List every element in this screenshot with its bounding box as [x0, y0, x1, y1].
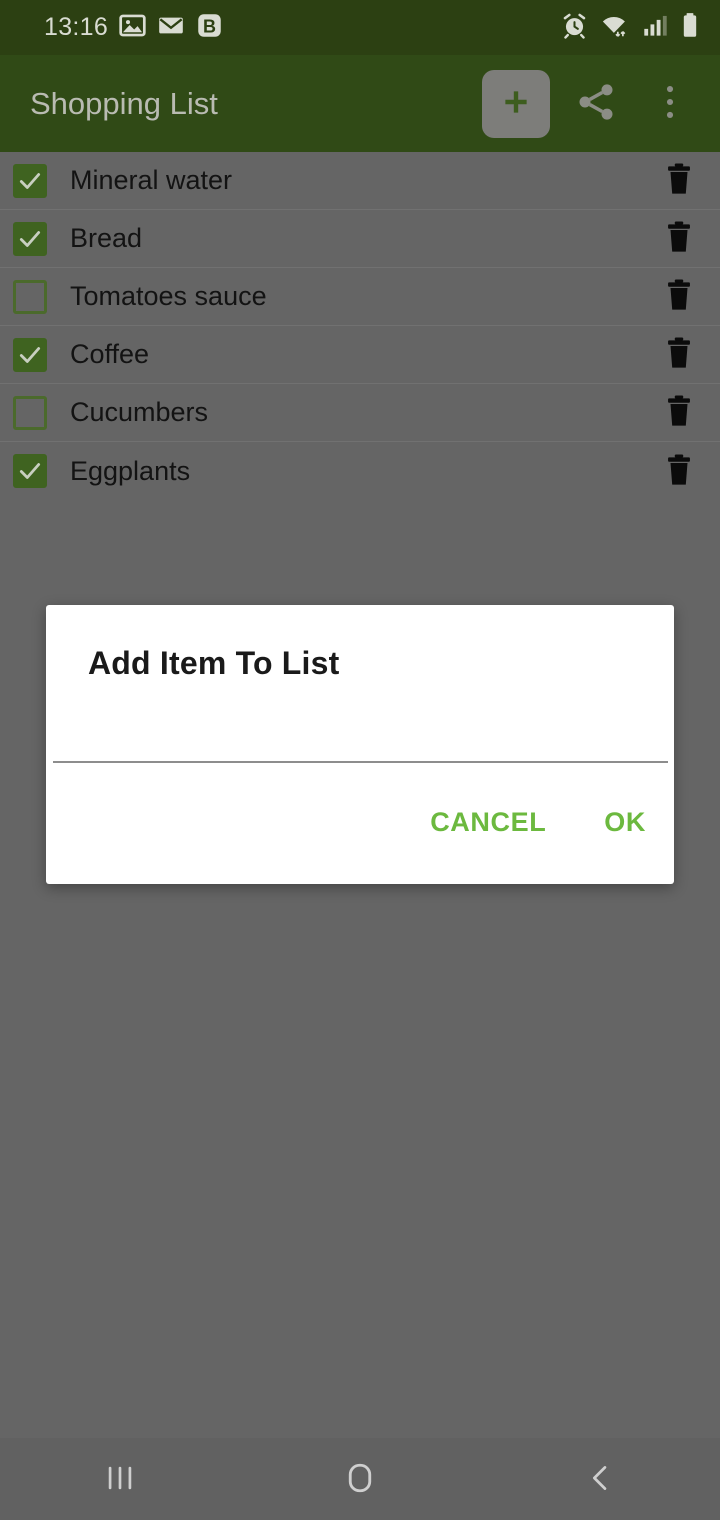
cellular-signal-icon [642, 12, 668, 44]
home-button[interactable] [300, 1438, 420, 1520]
recents-icon [103, 1461, 137, 1498]
trash-icon [664, 453, 694, 490]
shopping-item-list: Mineral water Bread Tomatoes sauce Coffe… [0, 152, 720, 500]
dialog-action-row: CANCEL OK [424, 801, 652, 844]
list-item[interactable]: Cucumbers [0, 384, 720, 442]
list-item[interactable]: Tomatoes sauce [0, 268, 720, 326]
delete-item-button[interactable] [648, 210, 710, 268]
bitwarden-icon: B [196, 12, 223, 44]
svg-text:B: B [203, 16, 216, 36]
email-icon [157, 12, 185, 44]
list-item[interactable]: Bread [0, 210, 720, 268]
ok-button[interactable]: OK [598, 801, 652, 844]
alarm-icon [561, 12, 588, 44]
trash-icon [664, 394, 694, 431]
back-button[interactable] [540, 1438, 660, 1520]
app-bar: Shopping List [0, 55, 720, 152]
recents-button[interactable] [60, 1438, 180, 1520]
status-bar-left-group: 13:16 B [44, 12, 223, 44]
item-label: Tomatoes sauce [70, 281, 267, 311]
share-icon [574, 80, 618, 127]
item-label: Cucumbers [70, 397, 209, 427]
trash-icon [664, 220, 694, 257]
item-checkbox[interactable] [13, 395, 47, 430]
delete-item-button[interactable] [648, 442, 710, 500]
cancel-button[interactable]: CANCEL [424, 801, 552, 844]
item-label: Eggplants [70, 455, 191, 486]
delete-item-button[interactable] [648, 326, 710, 384]
overflow-menu-button[interactable] [638, 70, 702, 138]
page-title: Shopping List [30, 86, 218, 121]
back-chevron-icon [583, 1461, 617, 1498]
dialog-title: Add Item To List [88, 645, 340, 681]
item-label: Bread [70, 223, 143, 253]
add-item-dialog: Add Item To List CANCEL OK [46, 605, 674, 884]
list-item[interactable]: Mineral water [0, 152, 720, 210]
item-checkbox[interactable] [13, 221, 47, 256]
delete-item-button[interactable] [648, 152, 710, 210]
wifi-icon [600, 12, 630, 44]
trash-icon [664, 162, 694, 199]
status-bar: 13:16 B [0, 0, 720, 55]
plus-icon [499, 85, 533, 122]
delete-item-button[interactable] [648, 268, 710, 326]
gallery-icon [119, 12, 146, 44]
trash-icon [664, 278, 694, 315]
trash-icon [664, 336, 694, 373]
item-label: Coffee [70, 339, 150, 369]
item-label: Mineral water [70, 165, 233, 195]
status-bar-clock: 13:16 [44, 13, 109, 41]
list-item[interactable]: Eggplants [0, 442, 720, 500]
share-button[interactable] [564, 70, 628, 138]
status-bar-right-group [561, 12, 700, 44]
item-checkbox[interactable] [13, 279, 47, 314]
item-checkbox[interactable] [13, 454, 47, 488]
home-icon [342, 1460, 378, 1499]
new-item-input[interactable] [53, 723, 668, 763]
item-checkbox[interactable] [13, 337, 47, 372]
list-item[interactable]: Coffee [0, 326, 720, 384]
battery-icon [680, 12, 700, 44]
android-navigation-bar [0, 1438, 720, 1520]
item-checkbox[interactable] [13, 163, 47, 198]
delete-item-button[interactable] [648, 384, 710, 442]
add-item-button[interactable] [482, 69, 550, 138]
more-vertical-icon [655, 82, 685, 125]
